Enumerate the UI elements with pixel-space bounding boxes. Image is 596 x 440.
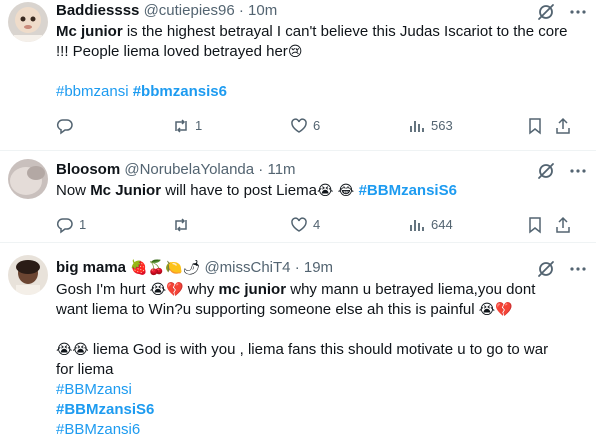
grok-icon[interactable]	[536, 161, 556, 181]
mention[interactable]: Mc Junior	[90, 182, 161, 199]
tweet-header: Bloosom @NorubelaYolanda · 11m	[56, 159, 296, 181]
separator: ·	[294, 259, 300, 276]
broken-heart-emoji: 😭💔	[478, 302, 513, 318]
fruit-emoji: 🍓🍒🍋🌶	[130, 260, 201, 276]
like-icon	[291, 118, 307, 133]
separator: ·	[238, 2, 244, 19]
views-button[interactable]: 644	[408, 215, 453, 235]
retweet-icon	[175, 119, 187, 133]
timestamp[interactable]: 19m	[304, 259, 333, 276]
share-button[interactable]	[554, 116, 572, 136]
bookmark-icon	[529, 118, 541, 135]
user-handle[interactable]: @NorubelaYolanda	[124, 161, 254, 178]
hashtag[interactable]: #BBMzansi	[56, 381, 132, 398]
hashtag[interactable]: #BBMzansi6	[56, 421, 140, 438]
hashtags: #bbmzansi #bbmzansis6	[56, 82, 578, 102]
crying-emoji: 😭💔	[149, 282, 184, 298]
retweet-button[interactable]	[172, 215, 195, 235]
grok-icon[interactable]	[536, 259, 556, 279]
more-icon[interactable]	[568, 2, 588, 22]
tweet-actions: 1 6 563	[56, 116, 586, 136]
tweet-text: Mc junior is the highest betrayal I can'…	[56, 23, 568, 60]
share-icon	[556, 117, 570, 134]
more-icon[interactable]	[568, 161, 588, 181]
like-button[interactable]: 6	[290, 116, 320, 136]
bookmark-icon	[529, 217, 541, 234]
separator: ·	[258, 161, 264, 178]
tweet-header: big mama 🍓🍒🍋🌶 @missChiT4 · 19m	[56, 257, 333, 279]
avatar[interactable]	[8, 255, 48, 295]
more-icon[interactable]	[568, 259, 588, 279]
like-icon	[291, 217, 307, 232]
timestamp[interactable]: 10m	[248, 2, 277, 19]
hashtag[interactable]: #bbmzansi	[56, 83, 129, 100]
like-button[interactable]: 4	[290, 215, 320, 235]
crying-laughing-emoji: 😭 😂	[316, 183, 359, 199]
tweet-text: Now Mc Junior will have to post Liema😭 😂…	[56, 182, 457, 199]
bookmark-button[interactable]	[526, 116, 544, 136]
tweet-header: Baddiessss @cutiepies96 · 10m	[56, 0, 277, 22]
timestamp[interactable]: 11m	[267, 161, 295, 178]
display-name[interactable]: big mama	[56, 259, 126, 276]
display-name[interactable]: Bloosom	[56, 161, 120, 178]
tweet-3[interactable]: big mama 🍓🍒🍋🌶 @missChiT4 · 19m Gosh I'm …	[0, 243, 596, 438]
hashtag[interactable]: #bbmzansis6	[133, 83, 227, 100]
reply-icon	[56, 119, 73, 135]
crying-emoji: 😭😭	[56, 342, 89, 358]
share-button[interactable]	[554, 215, 572, 235]
retweet-button[interactable]: 1	[172, 116, 202, 136]
crying-emoji: 😢	[287, 44, 303, 60]
user-handle[interactable]: @cutiepies96	[144, 2, 235, 19]
hashtag[interactable]: #BBMzansiS6	[56, 401, 154, 418]
hashtag[interactable]: #BBMzansiS6	[359, 182, 457, 199]
mention[interactable]: Mc junior	[56, 23, 123, 40]
display-name[interactable]: Baddiessss	[56, 2, 139, 19]
avatar[interactable]	[8, 159, 48, 199]
share-icon	[556, 216, 570, 233]
grok-icon[interactable]	[536, 2, 556, 22]
bookmark-button[interactable]	[526, 215, 544, 235]
user-handle[interactable]: @missChiT4	[204, 259, 290, 276]
views-button[interactable]: 563	[408, 116, 453, 136]
retweet-icon	[175, 218, 187, 232]
mention[interactable]: mc junior	[219, 281, 287, 298]
tweet-text: Gosh I'm hurt 😭💔 why mc junior why mann …	[56, 281, 549, 438]
tweet-1[interactable]: Baddiessss @cutiepies96 · 10m Mc junior …	[0, 0, 596, 150]
reply-icon	[56, 218, 73, 234]
reply-button[interactable]: 1	[56, 215, 86, 235]
tweet-actions: 1 4 644	[56, 215, 586, 235]
tweet-2[interactable]: Bloosom @NorubelaYolanda · 11m Now Mc Ju…	[0, 151, 596, 240]
reply-button[interactable]	[56, 116, 79, 136]
views-icon	[410, 220, 424, 231]
views-icon	[410, 121, 424, 132]
avatar[interactable]	[8, 2, 48, 42]
